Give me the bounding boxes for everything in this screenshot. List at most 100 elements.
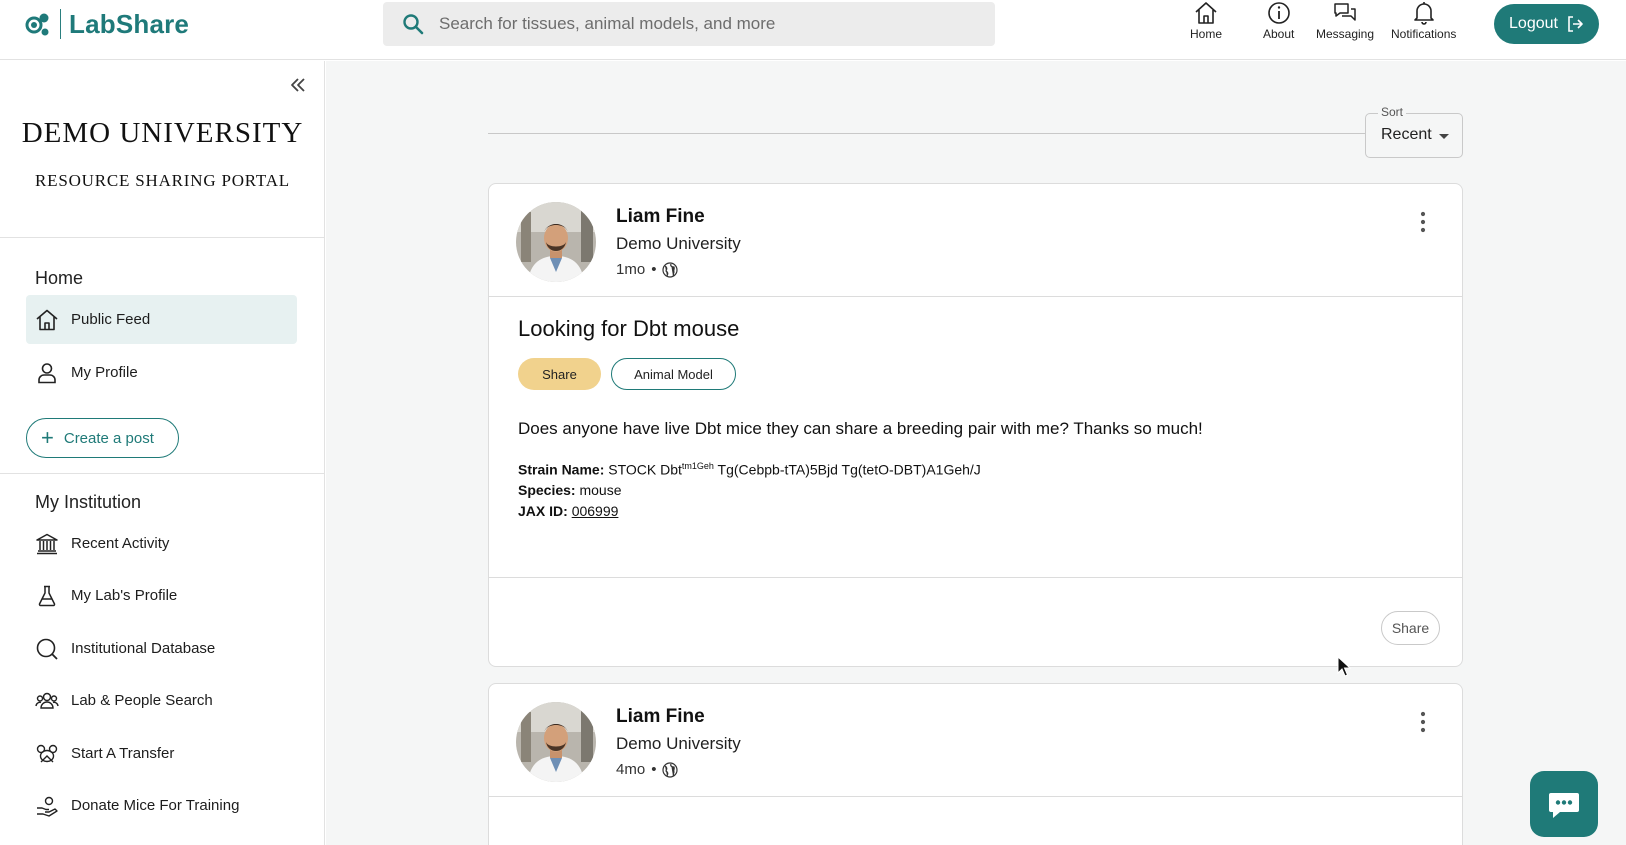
avatar[interactable] xyxy=(516,702,596,782)
top-bar: LabShare Search for tissues, animal mode… xyxy=(0,0,1626,60)
post-age: 1mo xyxy=(616,261,646,278)
nav-notifications[interactable]: Notifications xyxy=(1391,0,1456,41)
sidebar-item-label: Public Feed xyxy=(71,311,151,328)
logout-label: Logout xyxy=(1509,15,1558,32)
nav-about[interactable]: About xyxy=(1263,0,1294,41)
institution-section-title: My Institution xyxy=(35,492,142,512)
labshare-logo[interactable]: LabShare xyxy=(22,7,189,41)
logo-text: LabShare xyxy=(69,8,190,39)
post-card: Liam Fine Demo University 1mo • Looking … xyxy=(488,183,1463,667)
institution-icon xyxy=(36,533,58,554)
sort-divider xyxy=(488,133,1368,134)
sort-select[interactable]: Sort Recent xyxy=(1365,105,1463,158)
sidebar-item-label: Institutional Database xyxy=(71,640,216,657)
home-section-title: Home xyxy=(35,268,84,288)
logout-icon xyxy=(1568,16,1583,32)
chat-bubble-icon xyxy=(1549,793,1579,818)
sidebar-item-my-profile[interactable]: My Profile xyxy=(26,348,297,397)
strain-prefix: STOCK Dbt xyxy=(608,461,682,478)
mouse-cursor-icon xyxy=(1337,656,1351,677)
app-window: LabShare Search for tissues, animal mode… xyxy=(0,0,1626,845)
card-divider xyxy=(489,296,1462,297)
jax-id-link[interactable]: 006999 xyxy=(572,503,619,519)
person-icon xyxy=(38,362,56,383)
bell-icon xyxy=(1413,2,1434,25)
avatar-image xyxy=(516,702,596,782)
species-row: Species: mouse xyxy=(518,482,622,498)
sidebar-item-start-transfer[interactable]: Start A Transfer xyxy=(26,729,297,778)
share-button[interactable]: Share xyxy=(1381,611,1440,645)
nav-about-label: About xyxy=(1263,27,1295,41)
logout-button[interactable]: Logout xyxy=(1494,4,1599,44)
logo-divider xyxy=(60,9,61,39)
chat-button[interactable] xyxy=(1530,771,1598,837)
nav-messaging-label: Messaging xyxy=(1316,27,1375,41)
post-author[interactable]: Liam Fine xyxy=(616,206,705,228)
nav-home-label: Home xyxy=(1190,27,1223,41)
create-post-label: Create a post xyxy=(63,429,154,447)
sidebar-item-label: My Lab's Profile xyxy=(71,587,178,604)
sidebar-item-public-feed[interactable]: Public Feed xyxy=(26,295,297,344)
sidebar-item-label: Start A Transfer xyxy=(71,745,175,762)
globe-icon xyxy=(662,261,679,278)
donate-icon xyxy=(37,796,58,817)
globe-icon xyxy=(662,761,679,778)
meta-separator: • xyxy=(651,761,657,778)
sort-label: Sort xyxy=(1378,105,1407,119)
more-options-icon[interactable] xyxy=(1413,210,1433,234)
messaging-icon xyxy=(1334,3,1356,21)
strain-label: Strain Name: xyxy=(518,461,605,478)
create-post-button[interactable]: + Create a post xyxy=(26,418,179,458)
nav-notifications-label: Notifications xyxy=(1391,27,1457,41)
sidebar: DEMO UNIVERSITY RESOURCE SHARING PORTAL … xyxy=(0,61,325,845)
sidebar-item-label: Recent Activity xyxy=(71,535,170,552)
tag-animal-model[interactable]: Animal Model xyxy=(611,358,736,390)
sidebar-divider xyxy=(0,237,325,238)
transfer-icon xyxy=(36,744,58,762)
people-icon xyxy=(35,692,59,709)
university-name: DEMO UNIVERSITY xyxy=(21,117,304,149)
nav-home[interactable]: Home xyxy=(1190,0,1222,41)
more-options-icon[interactable] xyxy=(1413,710,1433,734)
sort-value: Recent xyxy=(1381,126,1432,143)
portal-name: RESOURCE SHARING PORTAL xyxy=(35,171,290,190)
post-card: Liam Fine Demo University 4mo • xyxy=(488,683,1463,845)
search-icon xyxy=(403,14,424,35)
avatar[interactable] xyxy=(516,202,596,282)
species-value: mouse xyxy=(579,482,622,498)
sidebar-item-label: My Profile xyxy=(71,364,138,381)
caret-down-icon xyxy=(1439,134,1449,139)
home-icon xyxy=(36,309,58,330)
jax-id-row: JAX ID: 006999 xyxy=(518,503,618,519)
info-icon xyxy=(1267,2,1290,24)
strain-suffix: Tg(Cebpb-tTA)5Bjd Tg(tetO-DBT)A1Geh/J xyxy=(713,461,981,478)
sidebar-item-donate-mice[interactable]: Donate Mice For Training xyxy=(26,781,297,830)
main-feed: Sort Recent Liam Fine Demo University 1m… xyxy=(326,61,1626,845)
search-icon xyxy=(36,638,58,660)
card-divider xyxy=(489,796,1462,797)
labshare-logo-icon xyxy=(25,13,49,36)
post-author[interactable]: Liam Fine xyxy=(616,706,705,728)
post-meta: 1mo • xyxy=(616,261,679,278)
avatar-image xyxy=(516,202,596,282)
sidebar-item-label: Donate Mice For Training xyxy=(71,797,240,814)
search-bar[interactable]: Search for tissues, animal models, and m… xyxy=(383,2,995,46)
sidebar-item-my-labs-profile[interactable]: My Lab's Profile xyxy=(26,571,297,620)
post-institution: Demo University xyxy=(616,734,741,753)
search-input[interactable]: Search for tissues, animal models, and m… xyxy=(439,14,775,34)
meta-separator: • xyxy=(651,261,657,278)
post-institution: Demo University xyxy=(616,234,741,253)
post-title[interactable]: Looking for Dbt mouse xyxy=(518,316,739,342)
strain-name-row: Strain Name: STOCK Dbttm1Geh Tg(Cebpb-tT… xyxy=(518,461,981,478)
sidebar-divider xyxy=(0,473,325,474)
collapse-sidebar-icon[interactable] xyxy=(287,74,309,96)
sidebar-item-lab-people-search[interactable]: Lab & People Search xyxy=(26,676,297,725)
post-age: 4mo xyxy=(616,761,646,778)
tag-share[interactable]: Share xyxy=(518,358,601,390)
nav-messaging[interactable]: Messaging xyxy=(1316,0,1374,41)
plus-icon: + xyxy=(41,425,54,450)
sidebar-item-label: Lab & People Search xyxy=(71,692,213,709)
flask-icon xyxy=(38,585,56,606)
sidebar-item-institutional-database[interactable]: Institutional Database xyxy=(26,624,297,673)
sidebar-item-recent-activity[interactable]: Recent Activity xyxy=(26,519,297,568)
